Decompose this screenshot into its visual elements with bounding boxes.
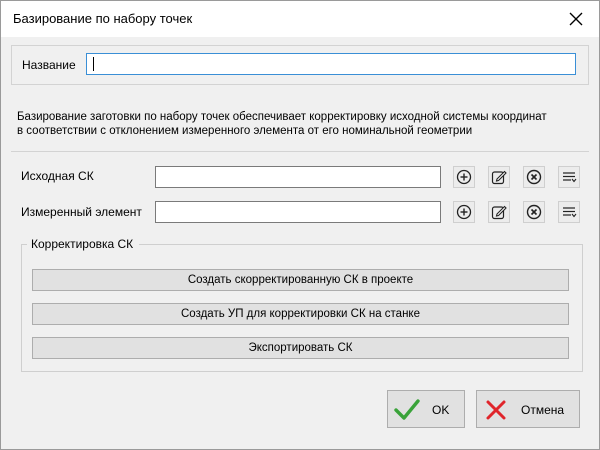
source-cs-remove-button[interactable] [523, 166, 545, 188]
description-line-2: в соответствии с отклонением измеренного… [17, 125, 473, 137]
red-cross-icon [486, 400, 506, 420]
group-border [21, 244, 27, 245]
ok-button-label: OK [432, 403, 450, 417]
name-label: Название [22, 58, 76, 72]
source-cs-add-button[interactable] [453, 166, 475, 188]
measured-element-field[interactable] [155, 201, 441, 223]
source-cs-label: Исходная СК [21, 169, 94, 183]
plus-circle-icon [456, 169, 472, 185]
text-caret [93, 57, 94, 71]
measured-element-remove-button[interactable] [523, 201, 545, 223]
edit-pencil-icon [491, 205, 507, 220]
measured-element-label: Измеренный элемент [21, 205, 142, 219]
dialog-title: Базирование по набору точек [13, 11, 193, 26]
dialog-window: Базирование по набору точек Название Баз… [0, 0, 600, 450]
create-corrected-cs-button[interactable]: Создать скорректированную СК в проекте [32, 269, 569, 291]
close-button[interactable] [563, 7, 589, 31]
name-input[interactable] [86, 53, 576, 75]
edit-pencil-icon [491, 170, 507, 185]
description-block: Базирование заготовки по набору точек об… [11, 104, 589, 152]
list-icon [563, 207, 577, 218]
cancel-button-label: Отмена [521, 403, 565, 417]
close-icon [569, 12, 583, 26]
description-line-1: Базирование заготовки по набору точек об… [17, 111, 547, 123]
correction-group-title: Корректировка СК [31, 237, 134, 251]
group-border [139, 244, 583, 245]
ok-button[interactable]: OK [387, 390, 465, 428]
source-cs-field[interactable] [155, 166, 441, 188]
source-cs-edit-button[interactable] [488, 166, 510, 188]
plus-circle-icon [456, 204, 472, 220]
title-bar: Базирование по набору точек [1, 1, 599, 37]
measured-element-add-button[interactable] [453, 201, 475, 223]
name-group: Название [11, 45, 589, 85]
measured-element-list-button[interactable] [558, 201, 580, 223]
list-icon [563, 172, 577, 183]
cancel-button[interactable]: Отмена [476, 390, 580, 428]
export-cs-button[interactable]: Экспортировать СК [32, 337, 569, 359]
create-program-button[interactable]: Создать УП для корректировки СК на станк… [32, 303, 569, 325]
green-check-icon [394, 399, 420, 420]
x-circle-icon [526, 169, 542, 185]
source-cs-list-button[interactable] [558, 166, 580, 188]
measured-element-edit-button[interactable] [488, 201, 510, 223]
x-circle-icon [526, 204, 542, 220]
